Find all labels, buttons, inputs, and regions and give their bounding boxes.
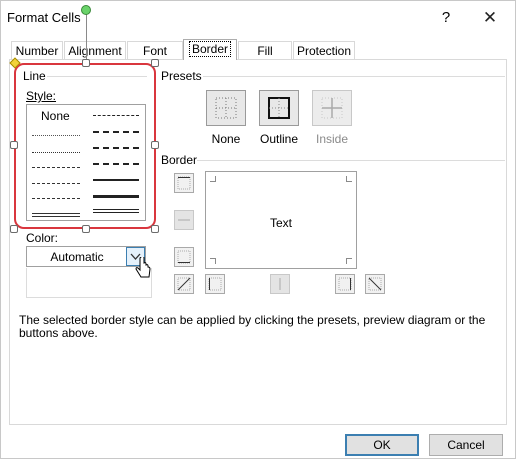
- diagonal-down-icon: [368, 277, 382, 291]
- preview-corner-mark: [210, 258, 216, 264]
- border-inside-horizontal-button[interactable]: [174, 210, 194, 230]
- border-group-label: Border: [161, 153, 198, 167]
- resize-handle-bottom[interactable]: [82, 225, 90, 233]
- preset-inside-icon: [321, 97, 343, 119]
- ok-button[interactable]: OK: [345, 434, 419, 456]
- preset-inside-button[interactable]: [312, 90, 352, 126]
- tab-label: Number: [15, 44, 59, 58]
- help-button[interactable]: ?: [431, 6, 461, 30]
- border-left-icon: [208, 277, 222, 291]
- title-bar: Format Cells ? ✕: [1, 1, 515, 35]
- presets-group-label: Presets: [161, 69, 202, 83]
- highlight-frame: [14, 63, 156, 229]
- tab-protection[interactable]: Protection: [293, 41, 355, 60]
- border-top-icon: [177, 176, 191, 190]
- border-group-divider: [197, 160, 505, 161]
- tab-alignment[interactable]: Alignment: [64, 41, 126, 60]
- tab-label: Alignment: [68, 44, 122, 58]
- tab-label: Font: [142, 44, 167, 58]
- border-help-text: The selected border style can be applied…: [19, 313, 486, 340]
- tab-label: Border: [188, 41, 232, 57]
- cancel-button[interactable]: Cancel: [429, 434, 503, 456]
- preview-corner-mark: [210, 176, 216, 182]
- resize-handle-top[interactable]: [82, 59, 90, 67]
- border-bottom-icon: [177, 250, 191, 264]
- preset-none-icon: [215, 97, 237, 119]
- presets-group-divider: [203, 76, 505, 77]
- border-left-button[interactable]: [205, 274, 225, 294]
- preset-none-label: None: [211, 132, 241, 146]
- hand-cursor-icon: [135, 257, 151, 278]
- preset-none-button[interactable]: [206, 90, 246, 126]
- resize-handle-top-right[interactable]: [151, 59, 159, 67]
- border-inside-horizontal-icon: [178, 219, 190, 221]
- border-diagonal-down-button[interactable]: [365, 274, 385, 294]
- tab-border[interactable]: Border: [183, 39, 237, 60]
- border-top-button[interactable]: [174, 173, 194, 193]
- preset-outline-icon: [268, 97, 290, 119]
- resize-handle-right[interactable]: [151, 141, 159, 149]
- preview-corner-mark: [346, 176, 352, 182]
- preset-outline-label: Outline: [259, 132, 299, 146]
- line-group-frame-bottom: [26, 268, 152, 298]
- tab-number[interactable]: Number: [11, 41, 63, 60]
- resize-handle-left[interactable]: [10, 141, 18, 149]
- rotation-handle[interactable]: [81, 5, 91, 15]
- rotation-stem: [86, 14, 87, 59]
- color-value: Automatic: [50, 250, 104, 264]
- preset-outline-button[interactable]: [259, 90, 299, 126]
- diagonal-up-icon: [177, 277, 191, 291]
- border-inside-vertical-button[interactable]: [270, 274, 290, 294]
- tab-label: Fill: [257, 44, 273, 58]
- border-preview[interactable]: Text: [205, 171, 357, 269]
- border-inside-vertical-icon: [279, 278, 281, 290]
- border-right-icon: [338, 277, 352, 291]
- border-right-button[interactable]: [335, 274, 355, 294]
- border-bottom-button[interactable]: [174, 247, 194, 267]
- color-dropdown[interactable]: Automatic: [26, 246, 146, 267]
- window-title: Format Cells: [7, 10, 81, 25]
- preview-text: Text: [269, 216, 292, 230]
- border-diagonal-up-button[interactable]: [174, 274, 194, 294]
- tab-label: Protection: [296, 44, 352, 58]
- tab-fill[interactable]: Fill: [238, 41, 292, 60]
- format-cells-dialog: Format Cells ? ✕ Number Alignment Font B…: [0, 0, 516, 459]
- preview-corner-mark: [346, 258, 352, 264]
- tab-font[interactable]: Font: [127, 41, 183, 60]
- resize-handle-bottom-right[interactable]: [151, 225, 159, 233]
- close-button[interactable]: ✕: [473, 6, 507, 30]
- color-label: Color:: [26, 231, 59, 245]
- preset-inside-label: Inside: [315, 132, 349, 146]
- resize-handle-bottom-left[interactable]: [10, 225, 18, 233]
